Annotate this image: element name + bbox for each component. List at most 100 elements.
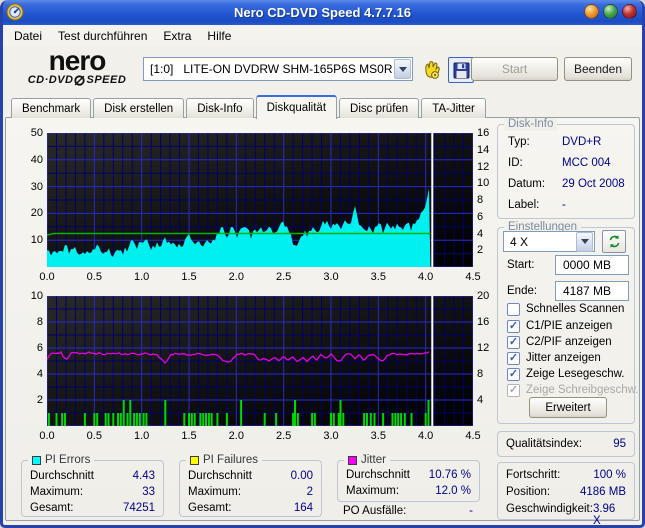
max-value: 33 bbox=[142, 486, 155, 498]
disk-label-label: Label: bbox=[508, 199, 540, 211]
checkbox-box: ✓ bbox=[507, 383, 520, 397]
axis-tick-label: 2.0 bbox=[228, 430, 244, 442]
menu-hilfe[interactable]: Hilfe bbox=[199, 27, 239, 45]
max-value: 12.0 % bbox=[435, 485, 471, 497]
axis-tick-label: 10 bbox=[30, 234, 43, 247]
chevron-down-icon bbox=[398, 66, 407, 72]
po-failures-row: PO Ausfälle: - bbox=[343, 505, 473, 517]
axis-tick-label: 4.0 bbox=[418, 271, 434, 283]
menu-test-durchfuehren[interactable]: Test durchführen bbox=[50, 27, 155, 45]
checkbox-box[interactable]: ✓ bbox=[507, 351, 520, 365]
checkbox-schnelles-scannen[interactable]: ✓ Schnelles Scannen bbox=[507, 302, 624, 316]
menu-extra[interactable]: Extra bbox=[155, 27, 199, 45]
progress-label: Fortschritt: bbox=[506, 469, 561, 481]
tab-disk-info[interactable]: Disk-Info bbox=[186, 98, 254, 118]
tab-diskqualitaet[interactable]: Diskqualität bbox=[255, 95, 338, 119]
disk-info-panel: Disk-Info Typ: DVD+R ID: MCC 004 Datum: … bbox=[497, 118, 635, 219]
axis-tick-label: 0.5 bbox=[86, 430, 102, 442]
axis-tick-label: 1.0 bbox=[134, 430, 150, 442]
quality-index-panel: Qualitätsindex: 95 bbox=[497, 431, 635, 457]
checkbox-label: Schnelles Scannen bbox=[526, 303, 625, 315]
tab-disc-pruefen[interactable]: Disc prüfen bbox=[339, 98, 420, 118]
window-title: Nero CD-DVD Speed 4.7.7.16 bbox=[233, 5, 411, 20]
drive-select-arrow-button[interactable] bbox=[394, 59, 411, 79]
pi-errors-stats-title: PI Errors bbox=[45, 454, 91, 466]
checkbox-lesegeschw[interactable]: ✓ Zeige Lesegeschw. bbox=[507, 367, 624, 381]
end-field[interactable]: 4187 MB bbox=[555, 281, 629, 301]
total-value: 164 bbox=[293, 502, 313, 514]
axis-tick-label: 50 bbox=[30, 127, 43, 139]
disk-date-label: Datum: bbox=[508, 178, 546, 190]
checkbox-c1-pie[interactable]: ✓ C1/PIE anzeigen bbox=[507, 319, 612, 333]
avg-label: Durchschnitt bbox=[346, 469, 410, 481]
menu-datei[interactable]: Datei bbox=[6, 27, 50, 45]
tab-disk-erstellen[interactable]: Disk erstellen bbox=[93, 98, 185, 118]
axis-tick-label: 3.0 bbox=[323, 430, 339, 442]
tab-strip: Benchmark Disk erstellen Disk-Info Diskq… bbox=[11, 95, 486, 119]
axis-tick-label: 4.0 bbox=[418, 430, 434, 442]
pi-failures-chart bbox=[47, 296, 473, 426]
axis-tick-label: 2 bbox=[36, 394, 43, 406]
axis-tick-label: 8 bbox=[477, 368, 484, 380]
tab-benchmark[interactable]: Benchmark bbox=[11, 98, 92, 118]
refresh-icon bbox=[609, 235, 619, 248]
axis-tick-label: 4 bbox=[477, 394, 484, 406]
checkbox-box[interactable]: ✓ bbox=[507, 319, 520, 333]
checkbox-box[interactable]: ✓ bbox=[507, 367, 520, 381]
checkbox-label: Zeige Schreibgeschw. bbox=[526, 384, 639, 396]
po-failures-value: - bbox=[469, 505, 473, 517]
axis-tick-label: 14 bbox=[477, 143, 490, 156]
speed-select[interactable]: 4 X bbox=[503, 231, 595, 252]
po-failures-label: PO Ausfälle: bbox=[343, 505, 407, 517]
axis-tick-label: 1.5 bbox=[181, 430, 197, 442]
speed-select-arrow-button[interactable] bbox=[576, 231, 593, 252]
app-window: Nero CD-DVD Speed 4.7.7.16 Datei Test du… bbox=[0, 0, 645, 528]
axis-tick-label: 2 bbox=[477, 244, 484, 257]
refresh-button[interactable] bbox=[602, 230, 626, 253]
disk-info-title: Disk-Info bbox=[504, 118, 558, 131]
toolbar: nero CD·DVD SPEED [1:0] LITE-ON DVDRW SH… bbox=[3, 46, 642, 94]
disk-type-value: DVD+R bbox=[562, 136, 602, 148]
axis-tick-label: 40 bbox=[30, 153, 43, 166]
eject-button[interactable] bbox=[420, 57, 444, 83]
close-button[interactable] bbox=[622, 4, 637, 19]
avg-value: 0.00 bbox=[290, 470, 313, 482]
axis-tick-label: 20 bbox=[477, 290, 490, 302]
tab-ta-jitter[interactable]: TA-Jitter bbox=[421, 98, 486, 118]
disk-date-value: 29 Oct 2008 bbox=[562, 178, 625, 190]
axis-tick-label: 1.5 bbox=[181, 271, 197, 283]
maximize-button[interactable] bbox=[603, 4, 618, 19]
position-value: 4186 MB bbox=[579, 486, 626, 498]
start-field-label: Start: bbox=[507, 259, 535, 271]
avg-label: Durchschnitt bbox=[30, 470, 94, 482]
disc-icon bbox=[74, 74, 86, 86]
checkbox-schreibgeschw: ✓ Zeige Schreibgeschw. bbox=[507, 383, 639, 397]
drive-select[interactable]: [1:0] LITE-ON DVDRW SHM-165P6S MS0R bbox=[143, 57, 413, 81]
chevron-down-icon bbox=[580, 239, 589, 244]
pi-failures-legend-square bbox=[190, 456, 199, 465]
progress-panel: Fortschritt: 100 % Position: 4186 MB Ges… bbox=[497, 462, 635, 525]
checkbox-c2-pif[interactable]: ✓ C2/PIF anzeigen bbox=[507, 335, 612, 349]
checkbox-jitter[interactable]: ✓ Jitter anzeigen bbox=[507, 351, 601, 365]
advanced-button[interactable]: Erweitert bbox=[529, 397, 607, 418]
avg-value: 10.76 % bbox=[428, 469, 471, 481]
axis-tick-label: 10 bbox=[477, 177, 490, 190]
axis-tick-label: 3.5 bbox=[370, 271, 386, 283]
pi-errors-chart bbox=[47, 133, 473, 267]
axis-tick-label: 2.5 bbox=[276, 271, 292, 283]
start-field[interactable]: 0000 MB bbox=[555, 255, 629, 275]
pi-errors-stats-panel: PI Errors Durchschnitt 4.43 Maximum: 33 Ge… bbox=[21, 454, 164, 517]
checkbox-box[interactable]: ✓ bbox=[507, 335, 520, 349]
minimize-button[interactable] bbox=[584, 4, 599, 19]
start-button[interactable]: Start bbox=[471, 57, 558, 81]
checkbox-box[interactable]: ✓ bbox=[507, 302, 520, 316]
axis-tick-label: 2.0 bbox=[228, 271, 244, 283]
quit-button[interactable]: Beenden bbox=[564, 57, 632, 81]
axis-tick-label: 30 bbox=[30, 180, 43, 193]
disk-id-value: MCC 004 bbox=[562, 157, 611, 169]
position-label: Position: bbox=[506, 486, 551, 498]
axis-tick-label: 4.5 bbox=[465, 271, 481, 283]
check-icon: ✓ bbox=[508, 335, 519, 348]
menu-bar: Datei Test durchführen Extra Hilfe bbox=[3, 25, 642, 46]
check-icon: ✓ bbox=[508, 351, 519, 364]
